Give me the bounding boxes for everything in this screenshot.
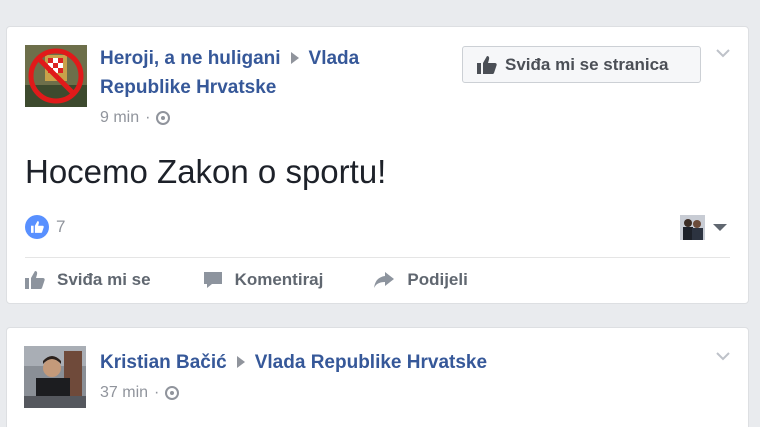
like-button[interactable]: Sviđa mi se — [25, 270, 151, 290]
reaction-summary[interactable]: 7 — [25, 215, 65, 239]
post-card: Heroji, a ne huligani Vlada Republike Hrv… — [6, 26, 749, 304]
user-avatar-image — [24, 346, 86, 408]
mini-avatar — [680, 215, 705, 240]
reaction-count: 7 — [56, 217, 66, 236]
chevron-down-icon[interactable] — [716, 352, 730, 361]
post-card: Kristian Bačić Vlada Republike Hrvatske 3… — [6, 327, 749, 427]
post-header: Heroji, a ne huligani Vlada — [100, 44, 359, 73]
like-page-label: Sviđa mi se stranica — [505, 54, 669, 74]
post-as-selector[interactable] — [680, 215, 727, 240]
meta-separator: · — [154, 384, 160, 401]
post-meta: 9 min · — [100, 109, 171, 127]
post-header: Kristian Bačić Vlada Republike Hrvatske — [100, 348, 487, 377]
timestamp[interactable]: 9 min — [100, 109, 139, 127]
comment-icon — [203, 272, 222, 288]
target-link-continued[interactable]: Republike Hrvatske — [100, 77, 276, 98]
author-link[interactable]: Kristian Bačić — [100, 352, 227, 373]
arrow-right-icon — [236, 356, 245, 369]
page-avatar-image — [25, 45, 87, 107]
thumbs-up-icon — [25, 271, 45, 289]
thumbs-up-icon — [477, 55, 497, 74]
share-arrow-icon — [374, 272, 395, 288]
like-reaction-icon — [25, 215, 49, 239]
author-link[interactable]: Heroji, a ne huligani — [100, 48, 281, 69]
divider — [25, 257, 730, 258]
comment-label: Komentiraj — [234, 270, 324, 289]
target-link[interactable]: Vlada Republike Hrvatske — [255, 352, 487, 373]
timestamp[interactable]: 37 min — [100, 384, 148, 402]
page-avatar[interactable] — [25, 45, 87, 107]
post-actions: Sviđa mi se Komentiraj Podijeli — [25, 270, 520, 290]
comment-button[interactable]: Komentiraj — [203, 270, 324, 290]
like-page-button[interactable]: Sviđa mi se stranica — [462, 46, 701, 83]
post-header-line-2: Republike Hrvatske — [100, 73, 276, 102]
post-text: Hocemo Zakon o sportu! — [25, 153, 387, 190]
user-avatar[interactable] — [24, 346, 86, 408]
chevron-down-icon[interactable] — [716, 49, 730, 58]
globe-icon — [156, 111, 171, 125]
globe-icon — [165, 386, 180, 400]
like-label: Sviđa mi se — [57, 270, 151, 289]
share-button[interactable]: Podijeli — [373, 270, 468, 290]
share-label: Podijeli — [407, 270, 468, 289]
meta-separator: · — [145, 109, 151, 126]
arrow-right-icon — [290, 52, 299, 65]
caret-down-icon — [713, 224, 727, 231]
post-meta: 37 min · — [100, 384, 180, 402]
target-link[interactable]: Vlada — [309, 48, 360, 69]
